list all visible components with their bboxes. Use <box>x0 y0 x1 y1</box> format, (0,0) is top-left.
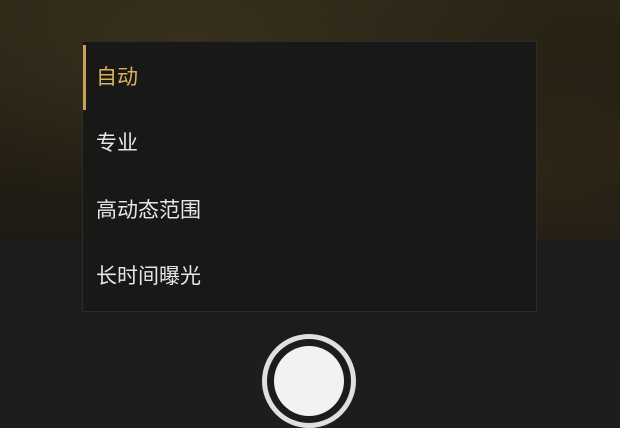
mode-item-label: 自动 <box>96 65 138 89</box>
mode-item-auto[interactable]: 自动 <box>83 45 536 107</box>
mode-item-pro[interactable]: 专业 <box>83 111 536 173</box>
mode-item-label: 专业 <box>96 131 138 155</box>
shutter-button-icon <box>274 346 344 416</box>
mode-item-label: 高动态范围 <box>96 198 201 222</box>
shutter-button[interactable] <box>262 334 356 428</box>
mode-item-long-exposure[interactable]: 长时间曝光 <box>83 244 536 306</box>
capture-mode-menu: 自动 专业 高动态范围 长时间曝光 <box>82 41 537 312</box>
mode-item-hdr[interactable]: 高动态范围 <box>83 178 536 240</box>
mode-item-label: 长时间曝光 <box>96 264 201 288</box>
